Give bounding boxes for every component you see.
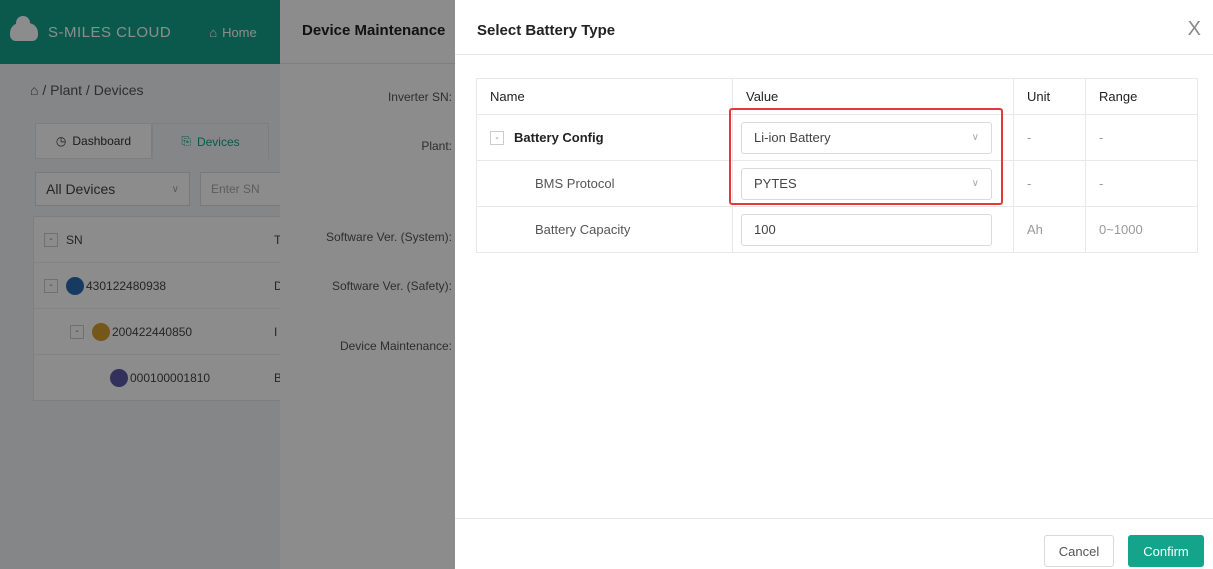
table-row: BMS Protocol PYTES ∨ - - [476,160,1198,207]
row-name-cell: - Battery Config [476,114,733,161]
table-header: Name Value Unit Range [476,78,1198,115]
bms-protocol-value: PYTES [754,176,797,191]
battery-config-value: Li-ion Battery [754,130,831,145]
bms-protocol-label: BMS Protocol [476,160,733,207]
column-name: Name [476,78,733,115]
row-value-cell: PYTES ∨ [732,160,1014,207]
bms-protocol-select[interactable]: PYTES ∨ [741,167,992,200]
row-value-cell [732,206,1014,253]
collapse-icon[interactable]: - [490,131,504,146]
unit-cell: Ah [1013,206,1086,253]
unit-cell: - [1013,114,1086,161]
close-icon[interactable]: X [1188,18,1201,41]
row-value-cell: Li-ion Battery ∨ [732,114,1014,161]
range-cell: 0~1000 [1085,206,1198,253]
table-row: - Battery Config Li-ion Battery ∨ - - [476,114,1198,161]
modal-title: Select Battery Type [477,22,616,39]
modal-overlay[interactable] [0,0,280,569]
chevron-down-icon: ∨ [971,132,979,143]
divider [455,518,1213,519]
range-cell: - [1085,160,1198,207]
unit-cell: - [1013,160,1086,207]
column-range: Range [1085,78,1198,115]
column-value: Value [732,78,1014,115]
column-unit: Unit [1013,78,1086,115]
chevron-down-icon: ∨ [971,178,979,189]
battery-capacity-input[interactable] [741,213,992,246]
cancel-button[interactable]: Cancel [1044,535,1114,567]
parameter-table: Name Value Unit Range - Battery Config Li… [476,78,1198,253]
confirm-button[interactable]: Confirm [1128,535,1204,567]
divider [455,54,1213,55]
battery-capacity-label: Battery Capacity [476,206,733,253]
drawer-overlay [280,0,455,569]
battery-config-select[interactable]: Li-ion Battery ∨ [741,121,992,154]
select-battery-type-modal: Select Battery Type X Name Value Unit Ra… [455,0,1213,569]
table-row: Battery Capacity Ah 0~1000 [476,206,1198,253]
battery-config-label: Battery Config [514,129,604,145]
range-cell: - [1085,114,1198,161]
